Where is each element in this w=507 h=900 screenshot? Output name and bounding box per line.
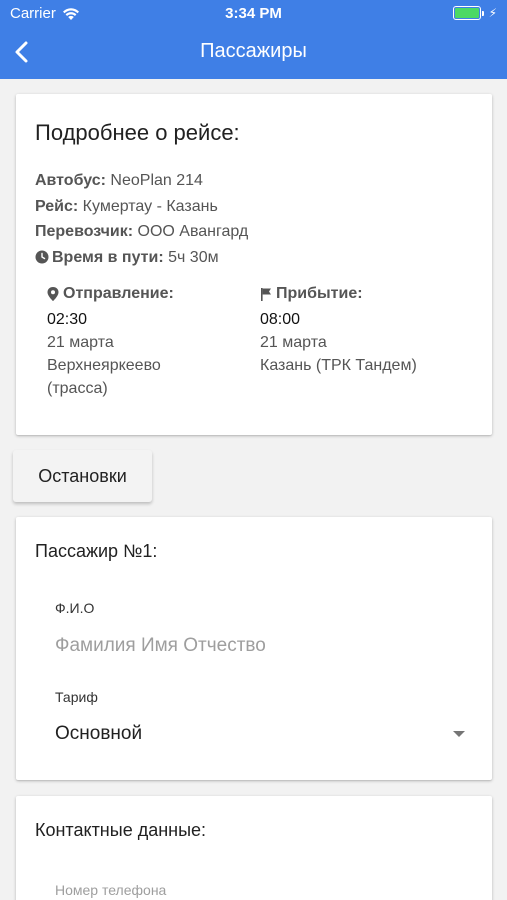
fio-label: Ф.И.О [55,600,95,616]
arrival-info: Прибытие: 08:00 21 марта Казань (ТРК Тан… [260,282,417,377]
bus-value: NeoPlan 214 [105,172,203,189]
carrier-value: ООО Авангард [133,223,249,240]
status-time: 3:34 PM [225,5,282,22]
arrival-place: Казань (ТРК Тандем) [260,357,417,374]
duration-label: Время в пути: [52,248,164,266]
trip-details-card: Подробнее о рейсе: Автобус: NeoPlan 214 … [16,94,492,435]
tariff-select[interactable]: Основной [55,720,465,750]
bus-label: Автобус: [35,172,106,189]
trip-details-title: Подробнее о рейсе: [35,120,240,145]
duration-line: Время в пути: 5ч 30м [35,245,248,271]
passenger-card: Пассажир №1: Ф.И.О Тариф Основной [16,517,492,780]
nav-bar: Пассажиры [0,28,507,79]
map-pin-icon [47,286,59,301]
departure-label: Отправление: [63,285,174,302]
battery-fill [454,8,479,18]
departure-date: 21 марта [47,334,114,351]
battery-icon: ⚡ [452,6,497,20]
contacts-title: Контактные данные: [35,820,207,840]
page-title: Пассажиры [200,40,307,62]
departure-time: 02:30 [47,311,88,328]
flag-icon [261,287,271,301]
charging-icon: ⚡ [488,6,497,20]
duration-value: 5ч 30м [163,248,219,266]
carrier-label: Перевозчик: [35,223,134,240]
contacts-card: Контактные данные: [16,796,492,900]
route-line: Рейс: Кумертау - Казань [35,194,248,220]
stops-button[interactable]: Остановки [13,450,152,502]
bus-line: Автобус: NeoPlan 214 [35,168,248,194]
route-value: Кумертау - Казань [78,197,218,215]
app-header: Carrier 3:34 PM ⚡ Пассажиры [0,0,507,79]
departure-place: Верхнеяркеево [47,357,161,374]
passenger-title: Пассажир №1: [35,541,158,561]
arrival-time: 08:00 [260,311,301,328]
tariff-label: Тариф [55,689,98,705]
status-bar: Carrier 3:34 PM ⚡ [0,0,507,28]
arrival-label: Прибытие: [276,285,363,302]
phone-input[interactable] [55,880,465,900]
carrier-line: Перевозчик: ООО Авангард [35,219,248,245]
route-label: Рейс: [35,197,79,215]
arrival-date: 21 марта [260,334,327,351]
departure-place-note: (трасса) [47,380,108,397]
trip-info: Автобус: NeoPlan 214 Рейс: Кумертау - Ка… [35,168,248,270]
tariff-selected-value: Основной [55,723,143,744]
departure-info: Отправление: 02:30 21 марта Верхнеяркеев… [47,282,174,400]
fio-input[interactable] [55,633,465,659]
clock-icon [35,250,49,263]
chevron-down-icon [453,731,465,737]
